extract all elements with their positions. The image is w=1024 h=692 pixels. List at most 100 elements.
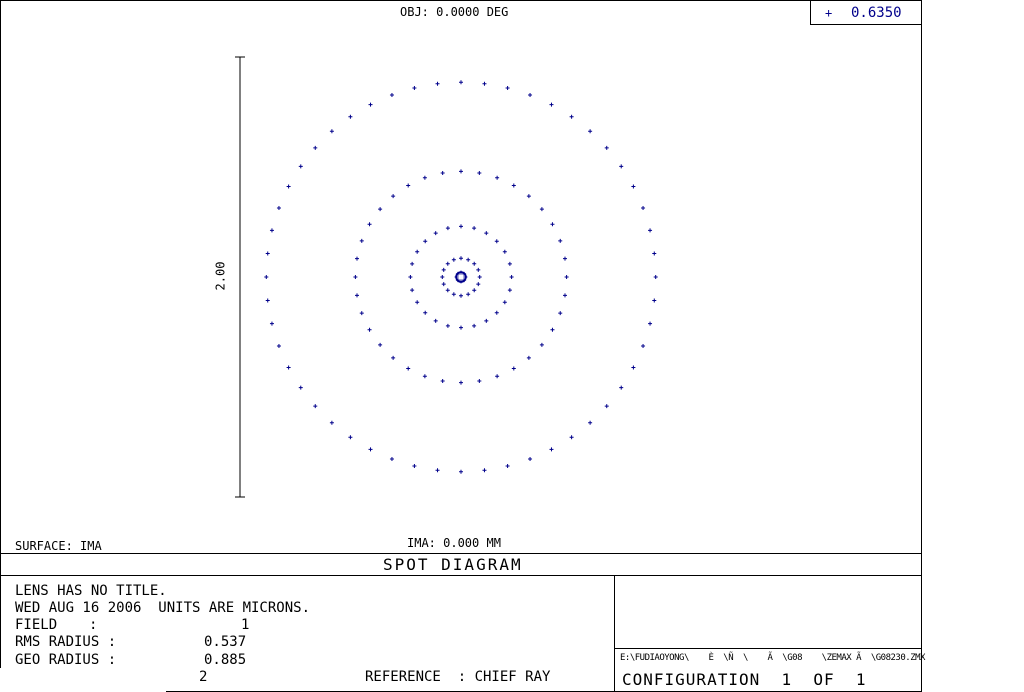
spot-point [459,80,463,85]
spot-point [494,310,499,315]
spot-point [526,355,531,360]
spot-point [472,323,477,328]
info-divider [614,575,615,692]
spot-point [631,365,636,370]
spot-point [269,321,274,326]
spot-point [445,288,450,293]
spot-point [631,184,636,189]
spot-point [389,457,394,462]
spot-point [433,231,438,236]
spot-point [505,85,510,90]
spot-point [313,404,318,409]
spot-point [472,261,477,266]
spot-point [495,175,500,180]
spot-point [528,457,533,462]
spot-point [558,238,563,243]
spot-point [406,183,411,188]
spot-point [550,327,555,332]
spot-point [435,468,440,473]
spot-point [459,380,463,385]
spot-point [451,257,456,262]
spot-point [495,374,500,379]
spot-point [648,321,653,326]
spot-point [477,378,482,383]
spot-point [569,114,574,119]
spot-point [348,435,353,440]
spot-point [619,385,624,390]
spot-point [459,293,463,298]
spot-point [415,249,420,254]
spot-point [459,325,463,330]
spot-point [459,224,463,229]
spot-point [391,355,396,360]
spot-point [509,275,514,279]
spot-point [641,344,646,349]
spot-point [472,226,477,231]
spot-point [355,256,360,261]
spot-point [445,226,450,231]
spot-point [391,194,396,199]
spot-point [477,275,482,279]
spot-point [604,404,609,409]
spot-point [466,257,471,262]
title-bar-bottom-line [0,575,922,576]
spot-point [619,164,624,169]
spot-point [511,366,516,371]
geo-label: GEO RADIUS : [15,652,117,668]
spot-point [445,323,450,328]
spot-point [410,261,415,266]
spot-point [539,207,544,212]
spot-point [476,282,481,287]
spot-point [423,310,428,315]
spot-point [459,256,463,261]
spot-point [265,298,270,303]
spot-point [550,222,555,227]
spot-point [329,420,334,425]
spot-point [406,366,411,371]
spot-point [353,275,358,279]
spot-point [549,102,554,107]
image-label: IMA: 0.000 MM [407,536,501,550]
spot-point [348,114,353,119]
spot-point [528,92,533,97]
spot-point [441,267,446,272]
spot-point [445,261,450,266]
spot-point [269,228,274,233]
spot-point [459,169,463,174]
spot-point [549,447,554,452]
spot-point [378,207,383,212]
spot-point [505,464,510,469]
field-label: FIELD [15,617,58,633]
spot-point [653,275,658,279]
spot-point [562,256,567,261]
spot-point [440,378,445,383]
spot-point [539,342,544,347]
spot-point [507,288,512,293]
spot-point [482,468,487,473]
spot-point [378,342,383,347]
geo-value: 0.885 [204,652,247,668]
file-path: E:\FUDIAOYONG\ È \Ñ \ Ã \G08 \ZEMAX Ã \G… [620,653,925,663]
spot-point [476,267,481,272]
spot-point [502,249,507,254]
spot-point [355,293,360,298]
scale-bar [235,56,245,498]
spot-point [410,288,415,293]
spot-point [562,293,567,298]
spot-point [451,292,456,297]
spot-point [264,275,269,279]
spot-point [526,194,531,199]
spot-point [482,81,487,86]
spot-point [441,282,446,287]
spot-point [507,261,512,266]
spot-points [264,80,658,474]
spot-point [494,239,499,244]
spot-point [433,318,438,323]
spot-point [511,183,516,188]
spot-point [477,171,482,176]
spot-point [440,275,445,279]
spot-point [329,129,334,134]
spot-point [276,344,281,349]
spot-point [265,251,270,256]
field-colon: : [89,617,98,633]
